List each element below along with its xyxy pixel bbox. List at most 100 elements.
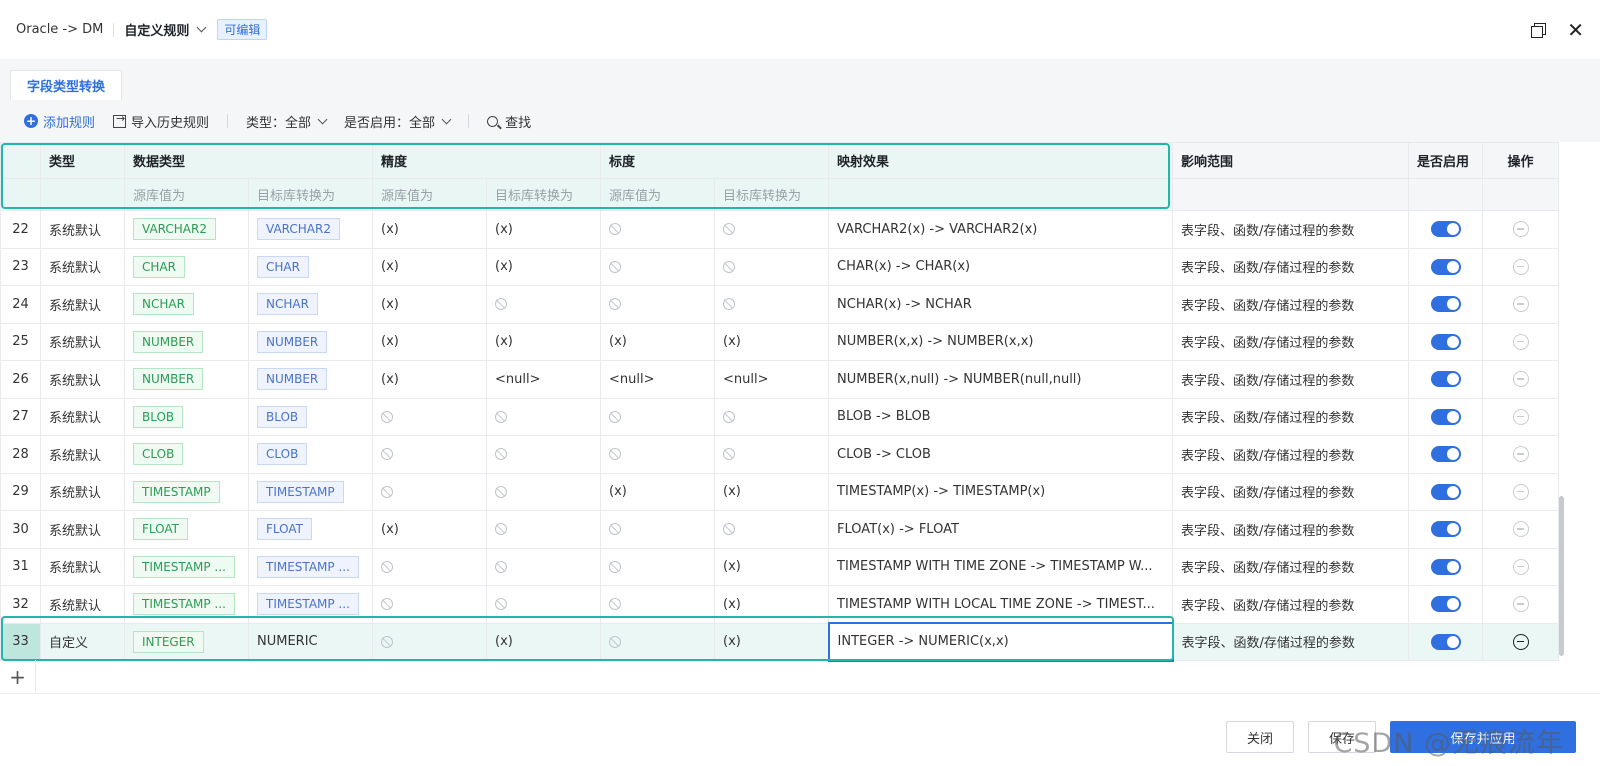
enabled-toggle[interactable]	[1430, 258, 1461, 275]
target-type-cell[interactable]: CLOB	[247, 435, 374, 474]
table-row[interactable]: 33 自定义 INTEGER NUMERIC (x) (x) INTEGER -> NUME…	[0, 622, 1560, 662]
remove-rule-icon[interactable]	[1512, 296, 1529, 313]
row-index: 24	[0, 285, 41, 324]
enabled-toggle[interactable]	[1430, 483, 1461, 500]
source-type-tag: NUMBER	[133, 368, 204, 391]
chevron-down-icon	[317, 114, 328, 124]
target-type-cell[interactable]: TIMESTAMP ...	[247, 585, 374, 624]
enabled-filter-dropdown[interactable]: 是否启用：全部	[344, 112, 452, 131]
rule-type: 系统默认	[40, 360, 125, 399]
type-filter-dropdown[interactable]: 类型：全部	[246, 112, 328, 131]
mapping-effect: VARCHAR2(x) -> VARCHAR2(x)	[828, 210, 1174, 249]
close-icon[interactable]: ✕	[1567, 20, 1584, 40]
table-row[interactable]: 29 系统默认 TIMESTAMP TIMESTAMP (x) (x) TIMESTAMP(…	[0, 472, 1560, 511]
table-row[interactable]: 24 系统默认 NCHAR NCHAR (x) NCHAR(x) -> NCHAR 表字段、…	[0, 285, 1560, 324]
save-and-apply-button[interactable]: 保存并应用	[1390, 721, 1576, 753]
source-type-cell[interactable]: NUMBER	[124, 322, 249, 361]
source-type-cell[interactable]: TIMESTAMP ...	[124, 585, 249, 624]
remove-rule-icon[interactable]	[1512, 333, 1529, 350]
table-row[interactable]: 31 系统默认 TIMESTAMP ... TIMESTAMP ... (x) TIMES…	[0, 547, 1560, 586]
remove-rule-icon[interactable]	[1512, 596, 1529, 613]
import-history-label: 导入历史规则	[131, 115, 210, 131]
enabled-toggle[interactable]	[1430, 633, 1461, 650]
target-type-cell[interactable]: VARCHAR2	[247, 210, 374, 249]
enabled-toggle[interactable]	[1430, 521, 1461, 538]
remove-rule-icon[interactable]	[1512, 408, 1529, 425]
target-type-input[interactable]: NUMERIC	[247, 622, 374, 661]
add-row-button[interactable]: +	[0, 660, 36, 694]
source-type-cell[interactable]: INTEGER	[124, 622, 249, 661]
enabled-toggle[interactable]	[1430, 371, 1461, 388]
enabled-toggle[interactable]	[1430, 446, 1461, 463]
enabled-toggle[interactable]	[1430, 558, 1461, 575]
enabled-toggle[interactable]	[1430, 408, 1461, 425]
source-type-cell[interactable]: FLOAT	[124, 510, 249, 549]
source-type-cell[interactable]: TIMESTAMP	[124, 472, 249, 511]
scope: 表字段、函数/存储过程的参数	[1172, 585, 1410, 624]
mapping-effect: CLOB -> CLOB	[828, 435, 1174, 474]
search-button[interactable]: 查找	[487, 112, 531, 131]
source-type-cell[interactable]: NUMBER	[124, 360, 249, 399]
not-applicable-icon	[495, 448, 508, 461]
remove-rule-icon[interactable]	[1512, 221, 1529, 238]
target-type-cell[interactable]: NUMBER	[247, 322, 374, 361]
not-applicable-icon	[495, 485, 508, 498]
remove-rule-icon[interactable]	[1512, 483, 1529, 500]
target-type-cell[interactable]: FLOAT	[247, 510, 374, 549]
row-index: 23	[0, 247, 41, 286]
source-type-cell[interactable]: NCHAR	[124, 285, 249, 324]
table-row[interactable]: 27 系统默认 BLOB BLOB BLOB -> BLOB 表字段、函数/存储过程的参数	[0, 397, 1560, 436]
import-history-button[interactable]: 导入历史规则	[113, 112, 209, 131]
restore-window-icon[interactable]	[1531, 22, 1547, 38]
mapping-effect[interactable]: INTEGER -> NUMERIC(x,x)	[827, 622, 1174, 662]
enabled-toggle[interactable]	[1430, 333, 1461, 350]
table-row[interactable]: 22 系统默认 VARCHAR2 VARCHAR2 (x) (x) VARCHAR2(x) …	[0, 210, 1560, 249]
enabled-toggle[interactable]	[1430, 221, 1461, 238]
table-row[interactable]: 30 系统默认 FLOAT FLOAT (x) FLOAT(x) -> FLOAT 表字段、…	[0, 510, 1560, 549]
enabled-cell	[1408, 435, 1484, 474]
enabled-toggle[interactable]	[1430, 596, 1461, 613]
source-type-cell[interactable]: CLOB	[124, 435, 249, 474]
add-rule-button[interactable]: + 添加规则	[24, 112, 95, 131]
not-applicable-icon	[381, 635, 394, 648]
source-type-tag: FLOAT	[133, 518, 189, 541]
table-row[interactable]: 25 系统默认 NUMBER NUMBER (x) (x) (x) (x) NUMBER(x,x…	[0, 322, 1560, 361]
target-type-cell[interactable]: TIMESTAMP	[247, 472, 374, 511]
not-applicable-icon	[381, 560, 394, 573]
source-type-cell[interactable]: BLOB	[124, 397, 249, 436]
source-type-cell[interactable]: VARCHAR2	[124, 210, 249, 249]
enabled-toggle[interactable]	[1430, 296, 1461, 313]
scale-target	[714, 285, 830, 324]
precision-source	[372, 622, 488, 661]
save-button[interactable]: 保存	[1307, 721, 1376, 753]
close-button[interactable]: 关闭	[1225, 721, 1294, 753]
editable-badge: 可编辑	[217, 19, 268, 40]
scale-target	[714, 210, 830, 249]
target-type-cell[interactable]: NUMBER	[247, 360, 374, 399]
precision-source	[372, 435, 488, 474]
scrollbar-thumb[interactable]	[1559, 496, 1564, 656]
target-type-cell[interactable]: TIMESTAMP ...	[247, 547, 374, 586]
remove-rule-icon[interactable]	[1512, 258, 1529, 275]
dialog-footer: 关闭 保存 保存并应用	[0, 708, 1600, 766]
table-row[interactable]: 28 系统默认 CLOB CLOB CLOB -> CLOB 表字段、函数/存储过程的参数	[0, 435, 1560, 474]
divider	[0, 693, 1600, 694]
remove-rule-icon[interactable]	[1512, 558, 1529, 575]
action-cell	[1482, 622, 1560, 661]
remove-rule-icon[interactable]	[1512, 446, 1529, 463]
source-type-cell[interactable]: TIMESTAMP ...	[124, 547, 249, 586]
tab-field-type-conversion[interactable]: 字段类型转换	[10, 70, 123, 100]
table-row[interactable]: 23 系统默认 CHAR CHAR (x) (x) CHAR(x) -> CHAR(x) 表字…	[0, 247, 1560, 286]
not-applicable-icon	[495, 560, 508, 573]
table-row[interactable]: 26 系统默认 NUMBER NUMBER (x) <null> <null> <null> N…	[0, 360, 1560, 399]
target-type-cell[interactable]: BLOB	[247, 397, 374, 436]
rule-selector[interactable]: 自定义规则	[124, 20, 207, 39]
remove-rule-icon[interactable]	[1512, 521, 1529, 538]
target-type-cell[interactable]: CHAR	[247, 247, 374, 286]
search-label: 查找	[505, 115, 532, 131]
source-type-cell[interactable]: CHAR	[124, 247, 249, 286]
remove-rule-icon[interactable]	[1512, 633, 1529, 650]
remove-rule-icon[interactable]	[1512, 371, 1529, 388]
table-row[interactable]: 32 系统默认 TIMESTAMP ... TIMESTAMP ... (x) TIMES…	[0, 585, 1560, 624]
target-type-cell[interactable]: NCHAR	[247, 285, 374, 324]
